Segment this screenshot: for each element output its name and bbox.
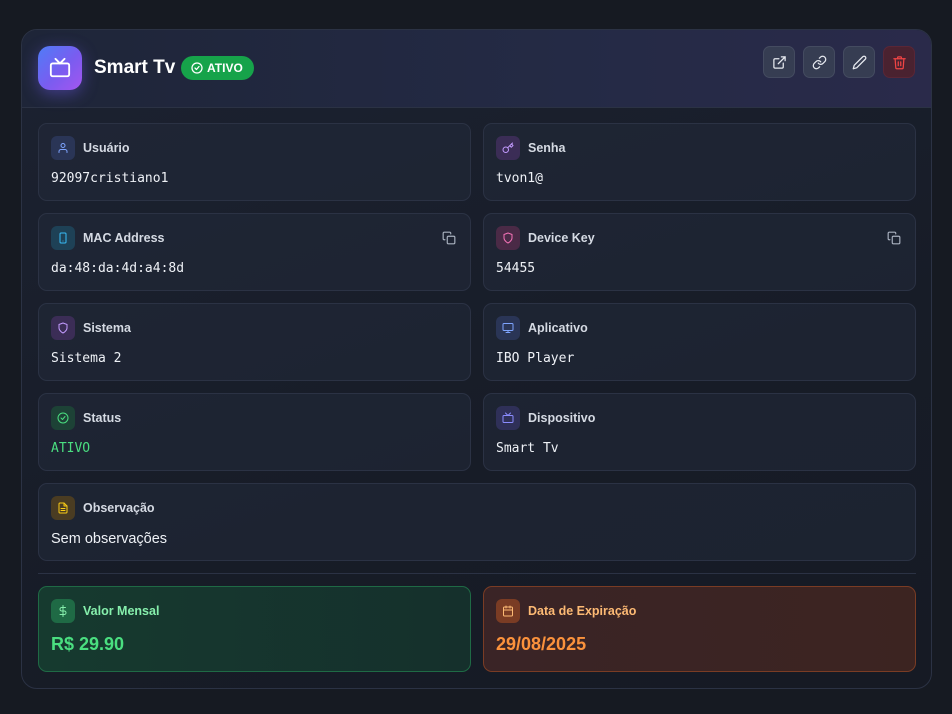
field-value: da:48:da:4d:a4:8d: [51, 261, 185, 276]
user-icon: [51, 136, 75, 160]
field-label: Usuário: [83, 141, 130, 155]
field-device-key: Device Key 54455: [483, 213, 916, 291]
monitor-icon: [496, 316, 520, 340]
trash-icon: [892, 55, 906, 69]
field-value: 92097cristiano1: [51, 171, 169, 186]
header-actions: [763, 46, 915, 78]
field-senha: Senha tvon1@: [483, 123, 916, 201]
smartphone-icon: [51, 226, 75, 250]
field-sistema: Sistema Sistema 2: [38, 303, 471, 381]
field-mac-address: MAC Address da:48:da:4d:a4:8d: [38, 213, 471, 291]
field-value: IBO Player: [496, 351, 575, 366]
shield-icon: [496, 226, 520, 250]
field-label: Sistema: [83, 321, 131, 335]
field-status: Status ATIVO: [38, 393, 471, 471]
field-value: Sem observações: [51, 531, 168, 547]
monthly-value-card: Valor Mensal R$ 29.90: [38, 586, 471, 672]
file-text-icon: [51, 496, 75, 520]
field-label: Senha: [528, 141, 566, 155]
field-label: MAC Address: [83, 231, 165, 245]
check-circle-icon: [191, 62, 203, 74]
monthly-value-label: Valor Mensal: [83, 604, 160, 618]
shield-icon: [51, 316, 75, 340]
field-dispositivo: Dispositivo Smart Tv: [483, 393, 916, 471]
link-icon: [812, 55, 826, 69]
field-label: Aplicativo: [528, 321, 588, 335]
monthly-value: R$ 29.90: [51, 634, 125, 654]
field-value: Smart Tv: [496, 441, 559, 456]
expiration-label: Data de Expiração: [528, 604, 637, 618]
status-badge-label: ATIVO: [207, 61, 243, 75]
field-label: Status: [83, 411, 122, 425]
card-header: Smart Tv ATIVO: [22, 30, 931, 108]
calendar-icon: [496, 599, 520, 623]
field-label: Device Key: [528, 231, 595, 245]
field-aplicativo: Aplicativo IBO Player: [483, 303, 916, 381]
field-label: Observação: [83, 501, 155, 515]
divider: [38, 573, 916, 574]
field-label: Dispositivo: [528, 411, 596, 425]
check-circle-icon: [51, 406, 75, 430]
copy-link-button[interactable]: [803, 46, 835, 78]
field-observacao: Observação Sem observações: [38, 483, 916, 561]
external-link-icon: [772, 55, 786, 69]
expiration-date: 29/08/2025: [496, 634, 587, 654]
field-value: 54455: [496, 261, 536, 276]
key-icon: [496, 136, 520, 160]
copy-icon[interactable]: [442, 231, 456, 245]
field-value: tvon1@: [496, 171, 543, 186]
dollar-icon: [51, 599, 75, 623]
field-value: Sistema 2: [51, 351, 122, 366]
open-external-button[interactable]: [763, 46, 795, 78]
expiration-card: Data de Expiração 29/08/2025: [483, 586, 916, 672]
field-usuario: Usuário 92097cristiano1: [38, 123, 471, 201]
edit-button[interactable]: [843, 46, 875, 78]
device-card: Smart Tv ATIVO Usuário 92097cristiano1 S…: [21, 29, 932, 689]
tv-icon: [496, 406, 520, 430]
edit-icon: [852, 55, 866, 69]
copy-icon[interactable]: [887, 231, 901, 245]
status-badge: ATIVO: [181, 56, 254, 80]
page-title: Smart Tv: [94, 57, 176, 78]
tv-icon: [38, 46, 82, 90]
delete-button[interactable]: [883, 46, 915, 78]
field-value: ATIVO: [51, 441, 91, 456]
